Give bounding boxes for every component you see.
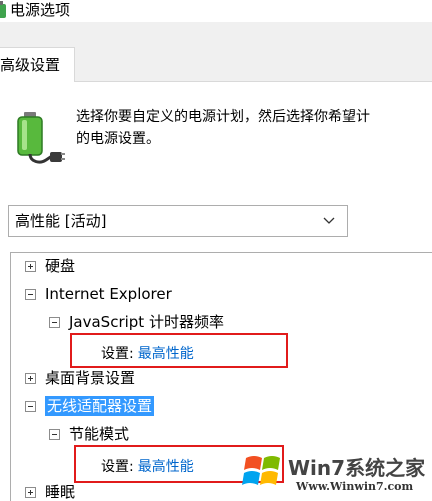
watermark: Win7系统之家 Www.Winwin7.com — [240, 448, 432, 501]
chevron-down-icon — [323, 217, 335, 224]
power-plan-dropdown[interactable]: 高性能 [活动] — [8, 205, 348, 237]
window-title: 电源选项 — [10, 1, 71, 19]
expand-icon[interactable] — [25, 486, 36, 498]
tree-label: Internet Explorer — [45, 285, 172, 303]
battery-plug-icon — [17, 112, 65, 164]
tree-item-js-timer[interactable]: JavaScript 计时器频率 — [49, 311, 224, 333]
collapse-icon[interactable] — [49, 316, 60, 328]
power-options-icon — [0, 1, 6, 18]
power-plan-value: 高性能 [活动] — [15, 212, 107, 230]
tree-label: 节能模式 — [69, 425, 130, 443]
tree-label: JavaScript 计时器频率 — [69, 313, 224, 331]
annotation-box-1 — [70, 333, 288, 368]
collapse-icon[interactable] — [25, 288, 36, 300]
collapse-icon[interactable] — [49, 428, 60, 440]
tree-label: 硬盘 — [45, 257, 76, 275]
tree-label-selected: 无线适配器设置 — [45, 396, 155, 416]
expand-icon[interactable] — [25, 260, 36, 272]
tree-item-hard-disk[interactable]: 硬盘 — [25, 255, 75, 277]
collapse-icon[interactable] — [25, 400, 36, 412]
description-text: 选择你要自定义的电源计划，然后选择你希望计 的电源设置。 — [76, 109, 370, 147]
tree-label: 桌面背景设置 — [45, 369, 136, 387]
advanced-settings-panel: 选择你要自定义的电源计划，然后选择你希望计 的电源设置。 高性能 [活动] 硬盘… — [0, 82, 432, 501]
windows-logo-icon — [242, 456, 280, 485]
tab-label: 高级设置 — [0, 56, 61, 74]
tree-item-desktop-background[interactable]: 桌面背景设置 — [25, 367, 135, 389]
tree-label: 睡眠 — [45, 483, 76, 501]
watermark-url: Www.Winwin7.com — [296, 480, 414, 493]
tree-item-wireless-adapter[interactable]: 无线适配器设置 — [25, 395, 155, 417]
tab-strip: 高级设置 — [0, 22, 432, 83]
tree-item-power-save-mode[interactable]: 节能模式 — [49, 423, 129, 445]
tree-item-internet-explorer[interactable]: Internet Explorer — [25, 283, 172, 305]
title-bar: 电源选项 — [0, 0, 432, 22]
expand-icon[interactable] — [25, 372, 36, 384]
tab-advanced-settings[interactable]: 高级设置 — [0, 47, 75, 83]
watermark-brand: Win7系统之家 — [288, 456, 426, 480]
tree-item-sleep[interactable]: 睡眠 — [25, 481, 75, 501]
